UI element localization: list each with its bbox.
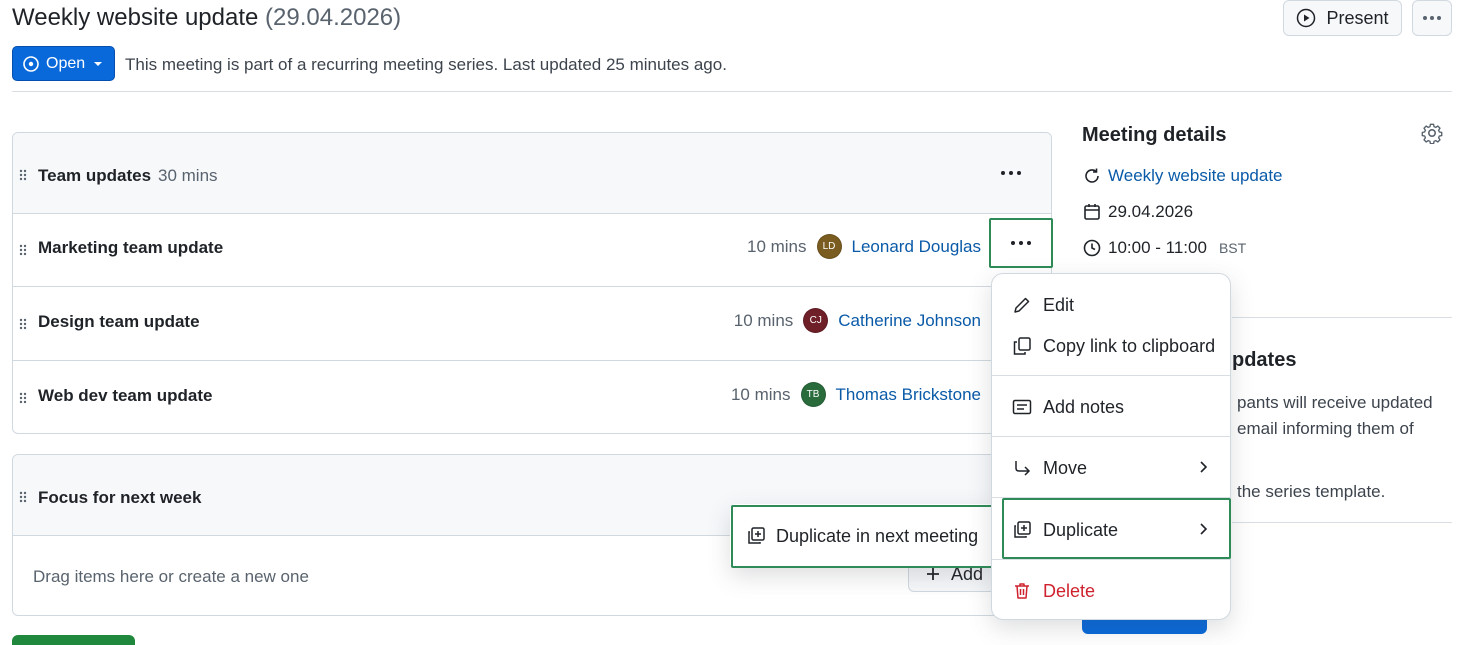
updates-text-line: pants will receive updated: [1237, 393, 1433, 412]
section-duration: 30 mins: [158, 166, 218, 185]
menu-item-edit[interactable]: Edit: [992, 285, 1230, 325]
kebab-horizontal-icon: [1422, 15, 1442, 21]
agenda-item-duration: 10 mins: [730, 384, 791, 404]
meeting-date-value: 29.04.2026: [1108, 202, 1194, 221]
agenda-item-actions-button[interactable]: [989, 218, 1053, 268]
sidebar-divider: [1232, 522, 1452, 523]
recurring-notice: This meeting is part of a recurring meet…: [125, 55, 727, 74]
meeting-state-dropdown[interactable]: Open: [12, 46, 115, 81]
caret-down-icon: [92, 60, 104, 68]
present-label: Present: [1326, 7, 1389, 28]
clock-icon: [1082, 238, 1102, 258]
more-actions-button[interactable]: [1412, 0, 1452, 36]
agenda-item[interactable]: Marketing team update 10 mins LD Leonard…: [13, 214, 1053, 287]
kebab-horizontal-icon: [1010, 240, 1032, 246]
presenter-link[interactable]: Leonard Douglas: [852, 237, 981, 257]
presenter-link[interactable]: Catherine Johnson: [838, 311, 981, 331]
menu-divider: [992, 436, 1230, 437]
chevron-right-icon: [1198, 460, 1208, 474]
series-link[interactable]: Weekly website update: [1108, 166, 1283, 186]
presenter-link[interactable]: Thomas Brickstone: [836, 385, 982, 405]
highlight-frame: [1002, 498, 1231, 559]
sidebar-divider: [1232, 317, 1452, 318]
section-actions-button[interactable]: [991, 158, 1031, 188]
section-title: Team updates: [38, 166, 152, 185]
date-row: 29.04.2026: [1082, 202, 1193, 222]
present-button[interactable]: Present: [1283, 0, 1402, 36]
calendar-icon: [1082, 202, 1102, 222]
note-icon: [1012, 397, 1032, 417]
menu-item-delete[interactable]: Delete: [992, 571, 1230, 611]
agenda-item-context-menu: Edit Copy link to clipboard Add notes Mo…: [991, 273, 1231, 620]
move-arrow-icon: [1012, 458, 1032, 478]
menu-divider: [992, 559, 1230, 560]
updates-title: pdates: [1232, 349, 1297, 371]
kebab-horizontal-icon: [1000, 170, 1022, 176]
drag-handle-icon[interactable]: [19, 318, 27, 330]
meeting-details-title: Meeting details: [1082, 124, 1227, 146]
meeting-date: (29.04.2026): [265, 4, 402, 31]
play-icon: [1296, 8, 1316, 28]
agenda-item-duration: 10 mins: [746, 236, 807, 256]
menu-item-move[interactable]: Move: [992, 448, 1230, 488]
meeting-time-value: 10:00 - 11:00: [1108, 238, 1207, 257]
gear-icon[interactable]: [1421, 122, 1443, 144]
meeting-state-label: Open: [46, 54, 86, 72]
avatar: TB: [800, 382, 826, 407]
copy-icon: [1012, 336, 1032, 356]
avatar: LD: [816, 234, 842, 259]
menu-item-copy-link[interactable]: Copy link to clipboard: [992, 326, 1230, 366]
menu-item-label: Copy link to clipboard: [1043, 335, 1216, 356]
agenda-item-title: Marketing team update: [38, 238, 224, 257]
agenda-item-title: Design team update: [38, 312, 200, 331]
page-title: Weekly website update (29.04.2026): [12, 4, 401, 32]
series-row: Weekly website update: [1082, 166, 1283, 186]
agenda-item-meta: 10 mins CJ Catherine Johnson: [734, 308, 981, 333]
sync-icon: [1082, 166, 1102, 186]
drag-handle-icon[interactable]: [19, 169, 27, 181]
menu-item-label: Edit: [1043, 294, 1075, 315]
agenda-item[interactable]: Web dev team update 10 mins TB Thomas Br…: [13, 362, 1051, 435]
agenda-item-duration: 10 mins: [733, 310, 794, 330]
trash-icon: [1012, 581, 1032, 601]
avatar: CJ: [803, 308, 829, 333]
pencil-icon: [1012, 295, 1032, 315]
time-row: 10:00 - 11:00 BST: [1082, 238, 1246, 258]
drop-zone-hint: Drag items here or create a new one: [33, 567, 309, 586]
timezone-value: BST: [1218, 240, 1247, 256]
menu-item-label: Add notes: [1043, 396, 1125, 417]
plus-icon: [925, 566, 941, 582]
section-title: Focus for next week: [38, 488, 202, 507]
drag-handle-icon[interactable]: [19, 244, 27, 256]
agenda-item[interactable]: Design team update 10 mins CJ Catherine …: [13, 288, 1051, 361]
menu-divider: [992, 375, 1230, 376]
primary-action-button[interactable]: [12, 635, 135, 645]
menu-item-label: Delete: [1043, 580, 1096, 601]
open-state-icon: [23, 55, 39, 72]
updates-text-line: the series template.: [1237, 482, 1386, 501]
menu-item-add-notes[interactable]: Add notes: [992, 387, 1230, 427]
header-divider: [12, 91, 1452, 92]
agenda-item-meta: 10 mins TB Thomas Brickstone: [731, 382, 981, 407]
section-header: Team updates 30 mins: [13, 133, 1051, 214]
menu-item-label: Move: [1043, 457, 1088, 478]
drag-handle-icon[interactable]: [19, 491, 27, 503]
meeting-title: Weekly website update: [12, 4, 259, 31]
agenda-item-title: Web dev team update: [38, 386, 213, 405]
drag-handle-icon[interactable]: [19, 392, 27, 404]
updates-text-line: email informing them of: [1237, 419, 1414, 438]
agenda-item-meta: 10 mins LD Leonard Douglas: [747, 234, 981, 259]
agenda-section-team-updates: Team updates 30 mins Marketing team upda…: [12, 132, 1053, 435]
highlight-frame: [731, 505, 994, 568]
